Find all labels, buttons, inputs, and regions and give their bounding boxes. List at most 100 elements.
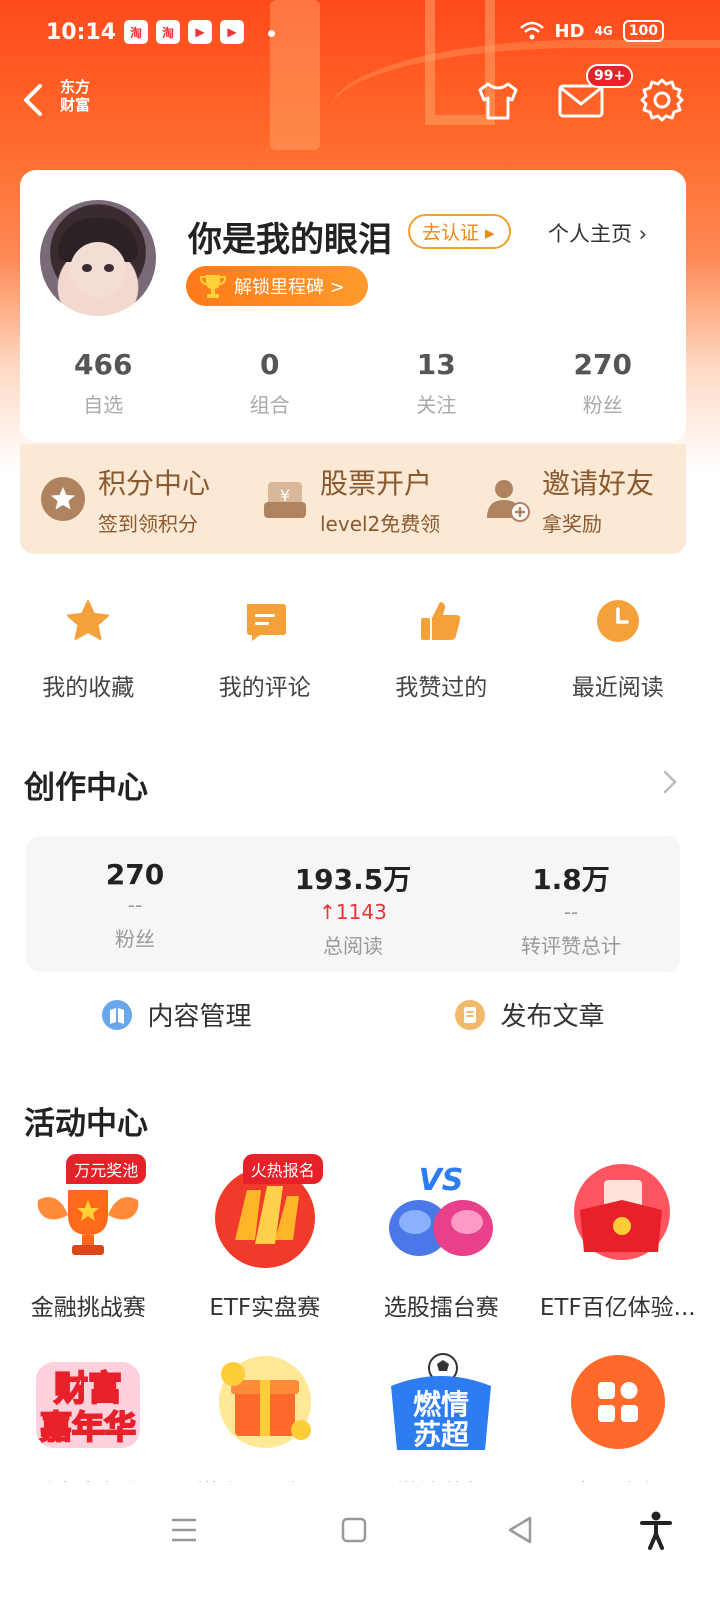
content-management-button[interactable]: 内容管理 xyxy=(0,996,353,1033)
activity-label: 财富嘉年华 xyxy=(0,1474,177,1482)
status-bar: 10:14 淘 淘 ▶ ▶ HD 4G 100 xyxy=(0,0,720,70)
milestone-label: 解锁里程碑 > xyxy=(234,277,345,298)
stat-followers[interactable]: 270 粉丝 xyxy=(520,348,687,418)
verify-button[interactable]: 去认证 ▸ xyxy=(408,214,511,249)
promo-invite-friends[interactable]: 邀请好友 拿奖励 xyxy=(464,444,686,554)
gift-box-art xyxy=(205,1346,325,1458)
username: 你是我的眼泪 xyxy=(188,220,392,260)
promo-title: 积分中心 xyxy=(98,467,211,500)
profile-card: 你是我的眼泪 去认证 ▸ 个人主页 › 解锁里程碑 > 466 自选 0 组合 … xyxy=(20,170,686,442)
notification-app-icon: ▶ xyxy=(188,20,212,44)
svg-text:苏超: 苏超 xyxy=(413,1418,470,1451)
quick-links: 我的收藏 我的评论 我赞过的 最近阅读 xyxy=(0,598,706,702)
quick-favorites[interactable]: 我的收藏 xyxy=(0,598,177,702)
creator-stats-box: 270 -- 粉丝 193.5万 ↑1143 总阅读 1.8万 -- 转评赞总计 xyxy=(26,836,680,972)
activity-etf-trading[interactable]: 火热报名 ETF实盘赛 xyxy=(177,1154,354,1322)
creator-center-title: 创作中心 xyxy=(24,770,148,806)
quick-recent[interactable]: 最近阅读 xyxy=(530,598,707,702)
stat-label: 组合 xyxy=(249,393,290,417)
creator-stat-value: 1.8万 xyxy=(532,863,610,896)
milestone-button[interactable]: 解锁里程碑 > xyxy=(186,266,368,306)
creator-stat-label: 转评赞总计 xyxy=(521,934,621,958)
creator-stat-delta: ↑1143 xyxy=(319,900,387,924)
football-art: 燃情 苏超 xyxy=(381,1346,501,1458)
brand-text: 财富 xyxy=(60,96,91,114)
stat-following[interactable]: 13 关注 xyxy=(353,348,520,418)
publish-article-button[interactable]: 发布文章 xyxy=(353,996,706,1033)
promo-strip: 积分中心 签到领积分 ¥ 股票开户 level2免费领 邀请好友 拿奖励 xyxy=(20,444,686,554)
wifi-icon xyxy=(519,21,544,40)
activity-label: 攒金豆兑好礼 xyxy=(177,1474,354,1482)
brand-text: 东方 xyxy=(60,78,91,96)
quick-comments[interactable]: 我的评论 xyxy=(177,598,354,702)
avatar-face xyxy=(70,242,126,298)
creator-stat-label: 总阅读 xyxy=(323,934,383,958)
back-arrow-icon[interactable] xyxy=(14,76,54,124)
avatar[interactable] xyxy=(40,200,156,316)
carnival-logo: 财富 嘉年华 xyxy=(36,1362,141,1448)
homepage-link[interactable]: 个人主页 › xyxy=(548,218,647,248)
creator-stat-engagement[interactable]: 1.8万 -- 转评赞总计 xyxy=(462,836,680,972)
view-all-art xyxy=(558,1346,678,1458)
svg-text:嘉年华: 嘉年华 xyxy=(40,1408,136,1446)
activity-gold-beans[interactable]: 攒金豆兑好礼 xyxy=(177,1346,354,1482)
activity-center-title: 活动中心 xyxy=(24,1106,148,1142)
chevron-right-icon[interactable] xyxy=(660,768,680,796)
activity-label: 燃情苏超 xyxy=(353,1474,530,1482)
creator-stat-followers[interactable]: 270 -- 粉丝 xyxy=(26,836,244,972)
svg-text:燃情: 燃情 xyxy=(413,1388,469,1421)
settings-gear-icon[interactable] xyxy=(636,74,688,126)
promo-open-account[interactable]: ¥ 股票开户 level2免费领 xyxy=(242,444,464,554)
activity-tag: 万元奖池 xyxy=(66,1154,147,1184)
quick-label: 我赞过的 xyxy=(395,675,488,701)
red-envelope-icon xyxy=(573,1164,670,1260)
quick-label: 最近阅读 xyxy=(571,675,664,701)
wallet-yuan-icon: ¥ xyxy=(264,482,306,518)
creator-stat-value: 193.5万 xyxy=(294,863,412,896)
promo-points-center[interactable]: 积分中心 签到领积分 xyxy=(20,444,242,554)
activity-stock-arena[interactable]: VS 选股擂台赛 xyxy=(353,1160,530,1322)
quick-liked[interactable]: 我赞过的 xyxy=(353,598,530,702)
status-right: HD 4G 100 xyxy=(519,20,664,42)
action-label: 发布文章 xyxy=(500,1002,605,1032)
thumbs-up-icon xyxy=(421,602,461,640)
system-nav-bar xyxy=(0,1488,720,1600)
boxing-gloves-icon: VS xyxy=(389,1163,494,1256)
notification-app-icon: ▶ xyxy=(220,20,244,44)
accessibility-icon[interactable] xyxy=(636,1510,676,1550)
menu-icon[interactable] xyxy=(164,1510,204,1550)
svg-text:财富: 财富 xyxy=(54,1369,122,1409)
activity-wealth-carnival[interactable]: 财富 嘉年华 财富嘉年华 xyxy=(0,1346,177,1482)
trophy-art: 万元奖池 xyxy=(28,1154,148,1272)
status-time: 10:14 xyxy=(46,20,117,45)
red-envelope-art xyxy=(558,1160,678,1272)
activity-etf-experience[interactable]: ETF百亿体验... xyxy=(530,1160,707,1322)
quick-label: 我的评论 xyxy=(218,675,311,701)
stat-label: 自选 xyxy=(83,393,124,417)
creator-actions: 内容管理 发布文章 xyxy=(0,996,706,1033)
notification-icons: 淘 淘 ▶ ▶ xyxy=(124,20,244,44)
activity-finance-challenge[interactable]: 万元奖池 金融挑战赛 xyxy=(0,1154,177,1322)
stat-value: 466 xyxy=(74,348,133,381)
activity-view-all[interactable]: 查看全部 xyxy=(530,1346,707,1482)
gold-bars-art: 火热报名 xyxy=(205,1154,325,1272)
activity-su-super[interactable]: 燃情 苏超 燃情苏超 xyxy=(353,1346,530,1482)
quick-label: 我的收藏 xyxy=(42,675,135,701)
stat-watchlist[interactable]: 466 自选 xyxy=(20,348,187,418)
battery-icon: 100 xyxy=(622,20,664,42)
home-square-icon[interactable] xyxy=(334,1510,374,1550)
grid-apps-icon xyxy=(570,1355,665,1449)
creator-stat-value: 270 xyxy=(105,858,165,891)
avatar-eye xyxy=(82,264,92,272)
activity-row: 万元奖池 金融挑战赛 火热报名 ETF实盘赛 VS 选股擂台赛 ETF百亿体验.… xyxy=(0,1154,707,1322)
action-label: 内容管理 xyxy=(147,1002,252,1032)
activity-label: ETF百亿体验... xyxy=(539,1295,696,1321)
gift-box-icon xyxy=(218,1356,311,1448)
shirt-icon[interactable] xyxy=(472,74,524,126)
back-triangle-icon[interactable] xyxy=(500,1510,540,1550)
creator-stat-total-reads[interactable]: 193.5万 ↑1143 总阅读 xyxy=(244,836,462,972)
stat-portfolio[interactable]: 0 组合 xyxy=(187,348,354,418)
signal-label: 4G xyxy=(594,24,613,38)
promo-subtitle: level2免费领 xyxy=(320,512,441,536)
promo-title: 邀请好友 xyxy=(542,467,655,500)
